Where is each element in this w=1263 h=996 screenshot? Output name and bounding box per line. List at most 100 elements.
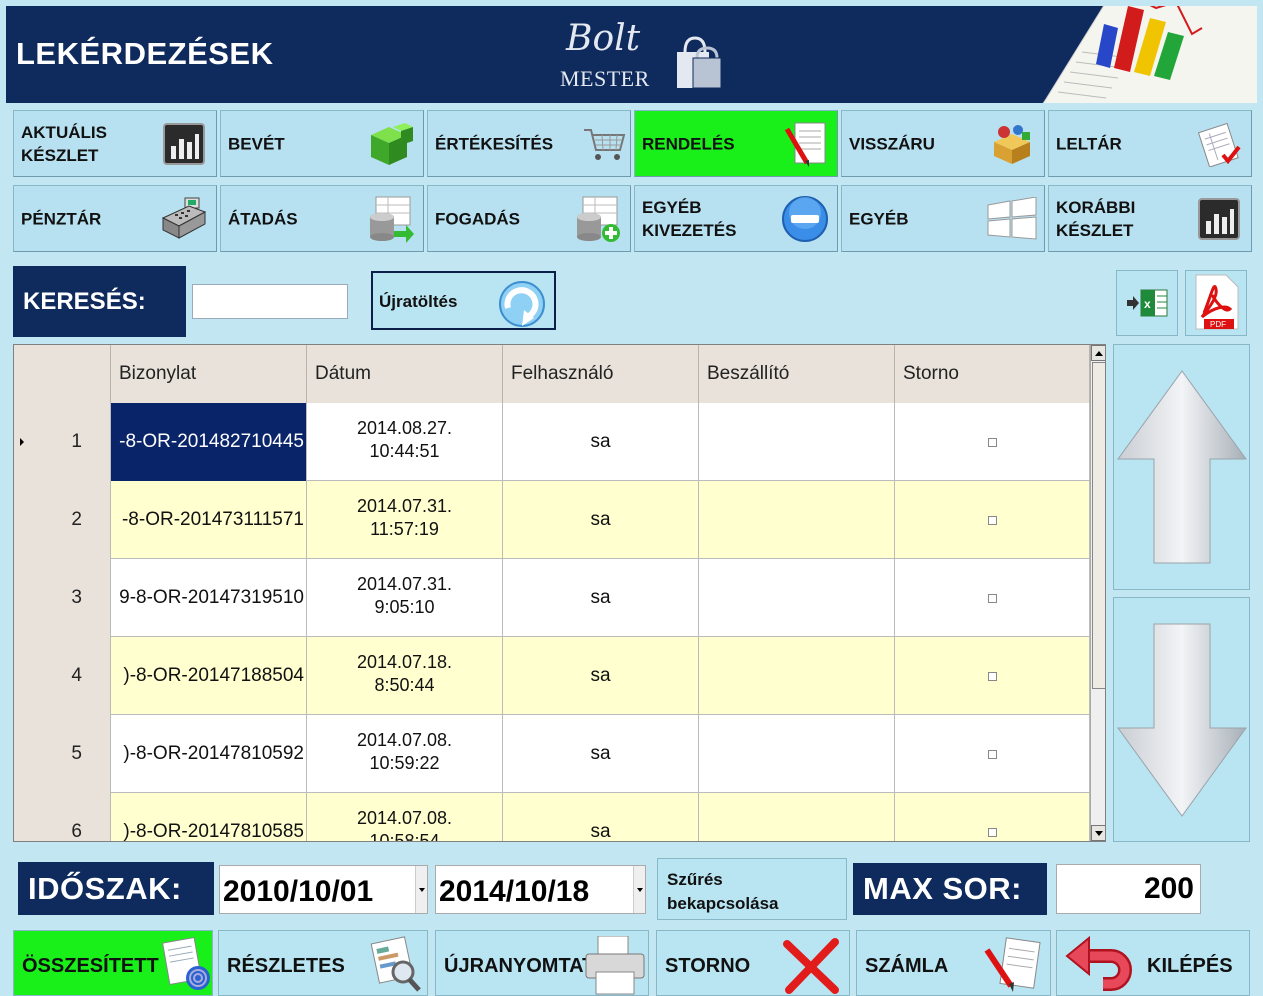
- cell-datum[interactable]: 2014.07.08. 10:58:54: [307, 793, 503, 842]
- cell-bizonylat[interactable]: 9-8-OR-20147319510: [111, 559, 307, 637]
- column-header-felhasznalo[interactable]: Felhasználó: [503, 345, 699, 403]
- cell-storno[interactable]: [895, 637, 1090, 715]
- cell-datum[interactable]: 2014.07.31. 9:05:10: [307, 559, 503, 637]
- date-to-picker[interactable]: 2014/10/18: [435, 865, 646, 914]
- time-part: 10:58:54: [369, 831, 440, 842]
- storno-checkbox[interactable]: [987, 749, 997, 759]
- scroll-up-small-button[interactable]: [1091, 345, 1105, 361]
- bar-chart-icon: [158, 120, 210, 168]
- module-button-rendeles[interactable]: RENDELÉS: [634, 110, 838, 177]
- search-input[interactable]: [192, 284, 348, 319]
- green-boxes-icon: [365, 120, 417, 168]
- cell-felhasznalo[interactable]: sa: [503, 715, 699, 793]
- cell-datum[interactable]: 2014.07.31. 11:57:19: [307, 481, 503, 559]
- row-header[interactable]: 4: [14, 637, 111, 715]
- module-button-visszaru[interactable]: VISSZÁRU: [841, 110, 1045, 177]
- date-to-dropdown-icon[interactable]: [633, 866, 645, 913]
- date-part: 2014.07.18.: [356, 652, 453, 672]
- table-row[interactable]: 2 -8-OR-201473111571 2014.07.31. 11:57:19…: [14, 481, 1090, 559]
- exit-button[interactable]: KILÉPÉS: [1056, 930, 1250, 996]
- cell-beszallito[interactable]: [699, 637, 895, 715]
- export-pdf-button[interactable]: PDF: [1185, 270, 1247, 336]
- table-row[interactable]: 4 )-8-OR-20147188504 2014.07.18. 8:50:44 …: [14, 637, 1090, 715]
- module-button-egyeb-kivezetes[interactable]: EGYÉB KIVEZETÉS: [634, 185, 838, 252]
- filter-toggle-button[interactable]: Szűrés bekapcsolása: [657, 858, 847, 920]
- cell-felhasznalo[interactable]: sa: [503, 559, 699, 637]
- cell-datum[interactable]: 2014.07.08. 10:59:22: [307, 715, 503, 793]
- invoice-label: SZÁMLA: [865, 955, 949, 977]
- arrow-up-icon: [1116, 370, 1247, 564]
- export-excel-button[interactable]: x: [1116, 270, 1178, 336]
- module-button-korabbi-keszlet[interactable]: KORÁBBI KÉSZLET: [1048, 185, 1252, 252]
- cell-datum[interactable]: 2014.08.27. 10:44:51: [307, 403, 503, 481]
- cell-datum[interactable]: 2014.07.18. 8:50:44: [307, 637, 503, 715]
- max-rows-input[interactable]: [1056, 864, 1201, 914]
- detailed-button[interactable]: RÉSZLETES: [218, 930, 428, 996]
- cell-felhasznalo[interactable]: sa: [503, 403, 699, 481]
- column-header-datum[interactable]: Dátum: [307, 345, 503, 403]
- storno-checkbox[interactable]: [987, 515, 997, 525]
- cell-beszallito[interactable]: [699, 481, 895, 559]
- column-header-storno[interactable]: Storno: [895, 345, 1090, 403]
- cell-storno[interactable]: [895, 481, 1090, 559]
- cell-felhasznalo[interactable]: sa: [503, 793, 699, 841]
- row-header-corner: [14, 345, 111, 403]
- scrollbar-thumb[interactable]: [1092, 362, 1105, 689]
- reprint-button[interactable]: ÚJRANYOMTATÁS: [435, 930, 649, 996]
- bar-chart-icon: [1193, 195, 1245, 243]
- column-header-beszallito[interactable]: Beszállító: [699, 345, 895, 403]
- module-button-aktualis-keszlet[interactable]: AKTUÁLIS KÉSZLET: [13, 110, 217, 177]
- storno-button[interactable]: STORNO: [656, 930, 850, 996]
- cell-storno[interactable]: [895, 793, 1090, 841]
- cell-felhasznalo[interactable]: sa: [503, 637, 699, 715]
- storno-checkbox[interactable]: [987, 437, 997, 447]
- date-from-dropdown-icon[interactable]: [415, 866, 427, 913]
- cell-beszallito[interactable]: [699, 403, 895, 481]
- cell-bizonylat[interactable]: )-8-OR-20147810585: [111, 793, 307, 841]
- summary-button[interactable]: ÖSSZESÍTETT: [13, 930, 213, 996]
- cell-felhasznalo[interactable]: sa: [503, 481, 699, 559]
- cell-bizonylat[interactable]: -8-OR-201482710445: [111, 403, 307, 481]
- module-button-atadas[interactable]: ÁTADÁS: [220, 185, 424, 252]
- table-row[interactable]: 1 -8-OR-201482710445 2014.08.27. 10:44:51…: [14, 403, 1090, 481]
- cell-storno[interactable]: [895, 403, 1090, 481]
- date-part: 2014.07.08.: [356, 730, 453, 750]
- cell-beszallito[interactable]: [699, 559, 895, 637]
- module-button-ertekesites[interactable]: ÉRTÉKESÍTÉS: [427, 110, 631, 177]
- pdf-icon: PDF: [1195, 274, 1239, 330]
- scroll-down-small-button[interactable]: [1091, 825, 1105, 841]
- module-button-penztar[interactable]: PÉNZTÁR: [13, 185, 217, 252]
- row-header[interactable]: 1: [14, 403, 111, 481]
- cell-storno[interactable]: [895, 715, 1090, 793]
- cell-bizonylat[interactable]: )-8-OR-20147810592: [111, 715, 307, 793]
- table-row[interactable]: 6 )-8-OR-20147810585 2014.07.08. 10:58:54…: [14, 793, 1090, 842]
- row-header[interactable]: 6: [14, 793, 111, 841]
- cell-bizonylat[interactable]: -8-OR-201473111571: [111, 481, 307, 559]
- grid-vertical-scrollbar[interactable]: [1090, 345, 1105, 841]
- cell-beszallito[interactable]: [699, 793, 895, 841]
- module-button-egyeb[interactable]: EGYÉB: [841, 185, 1045, 252]
- date-from-picker[interactable]: 2010/10/01: [219, 865, 428, 914]
- storno-checkbox[interactable]: [987, 671, 997, 681]
- scroll-up-button[interactable]: [1113, 344, 1250, 590]
- table-row[interactable]: 5 )-8-OR-20147810592 2014.07.08. 10:59:22…: [14, 715, 1090, 793]
- date-part: 2014.07.31.: [356, 496, 453, 516]
- reload-button[interactable]: Újratöltés: [371, 271, 556, 330]
- column-header-bizonylat[interactable]: Bizonylat: [111, 345, 307, 403]
- table-row[interactable]: 3 9-8-OR-20147319510 2014.07.31. 9:05:10 …: [14, 559, 1090, 637]
- module-button-leltar[interactable]: LELTÁR: [1048, 110, 1252, 177]
- storno-checkbox[interactable]: [987, 593, 997, 603]
- scroll-down-button[interactable]: [1113, 597, 1250, 842]
- row-header[interactable]: 5: [14, 715, 111, 793]
- period-label: IDŐSZAK:: [18, 862, 214, 915]
- row-header[interactable]: 3: [14, 559, 111, 637]
- storno-checkbox[interactable]: [987, 827, 997, 837]
- row-header[interactable]: 2: [14, 481, 111, 559]
- module-button-fogadas[interactable]: FOGADÁS: [427, 185, 631, 252]
- cell-storno[interactable]: [895, 559, 1090, 637]
- invoice-button[interactable]: SZÁMLA: [856, 930, 1051, 996]
- date-from-value: 2010/10/01: [223, 875, 374, 908]
- cell-beszallito[interactable]: [699, 715, 895, 793]
- cell-bizonylat[interactable]: )-8-OR-20147188504: [111, 637, 307, 715]
- module-button-bevet[interactable]: BEVÉT: [220, 110, 424, 177]
